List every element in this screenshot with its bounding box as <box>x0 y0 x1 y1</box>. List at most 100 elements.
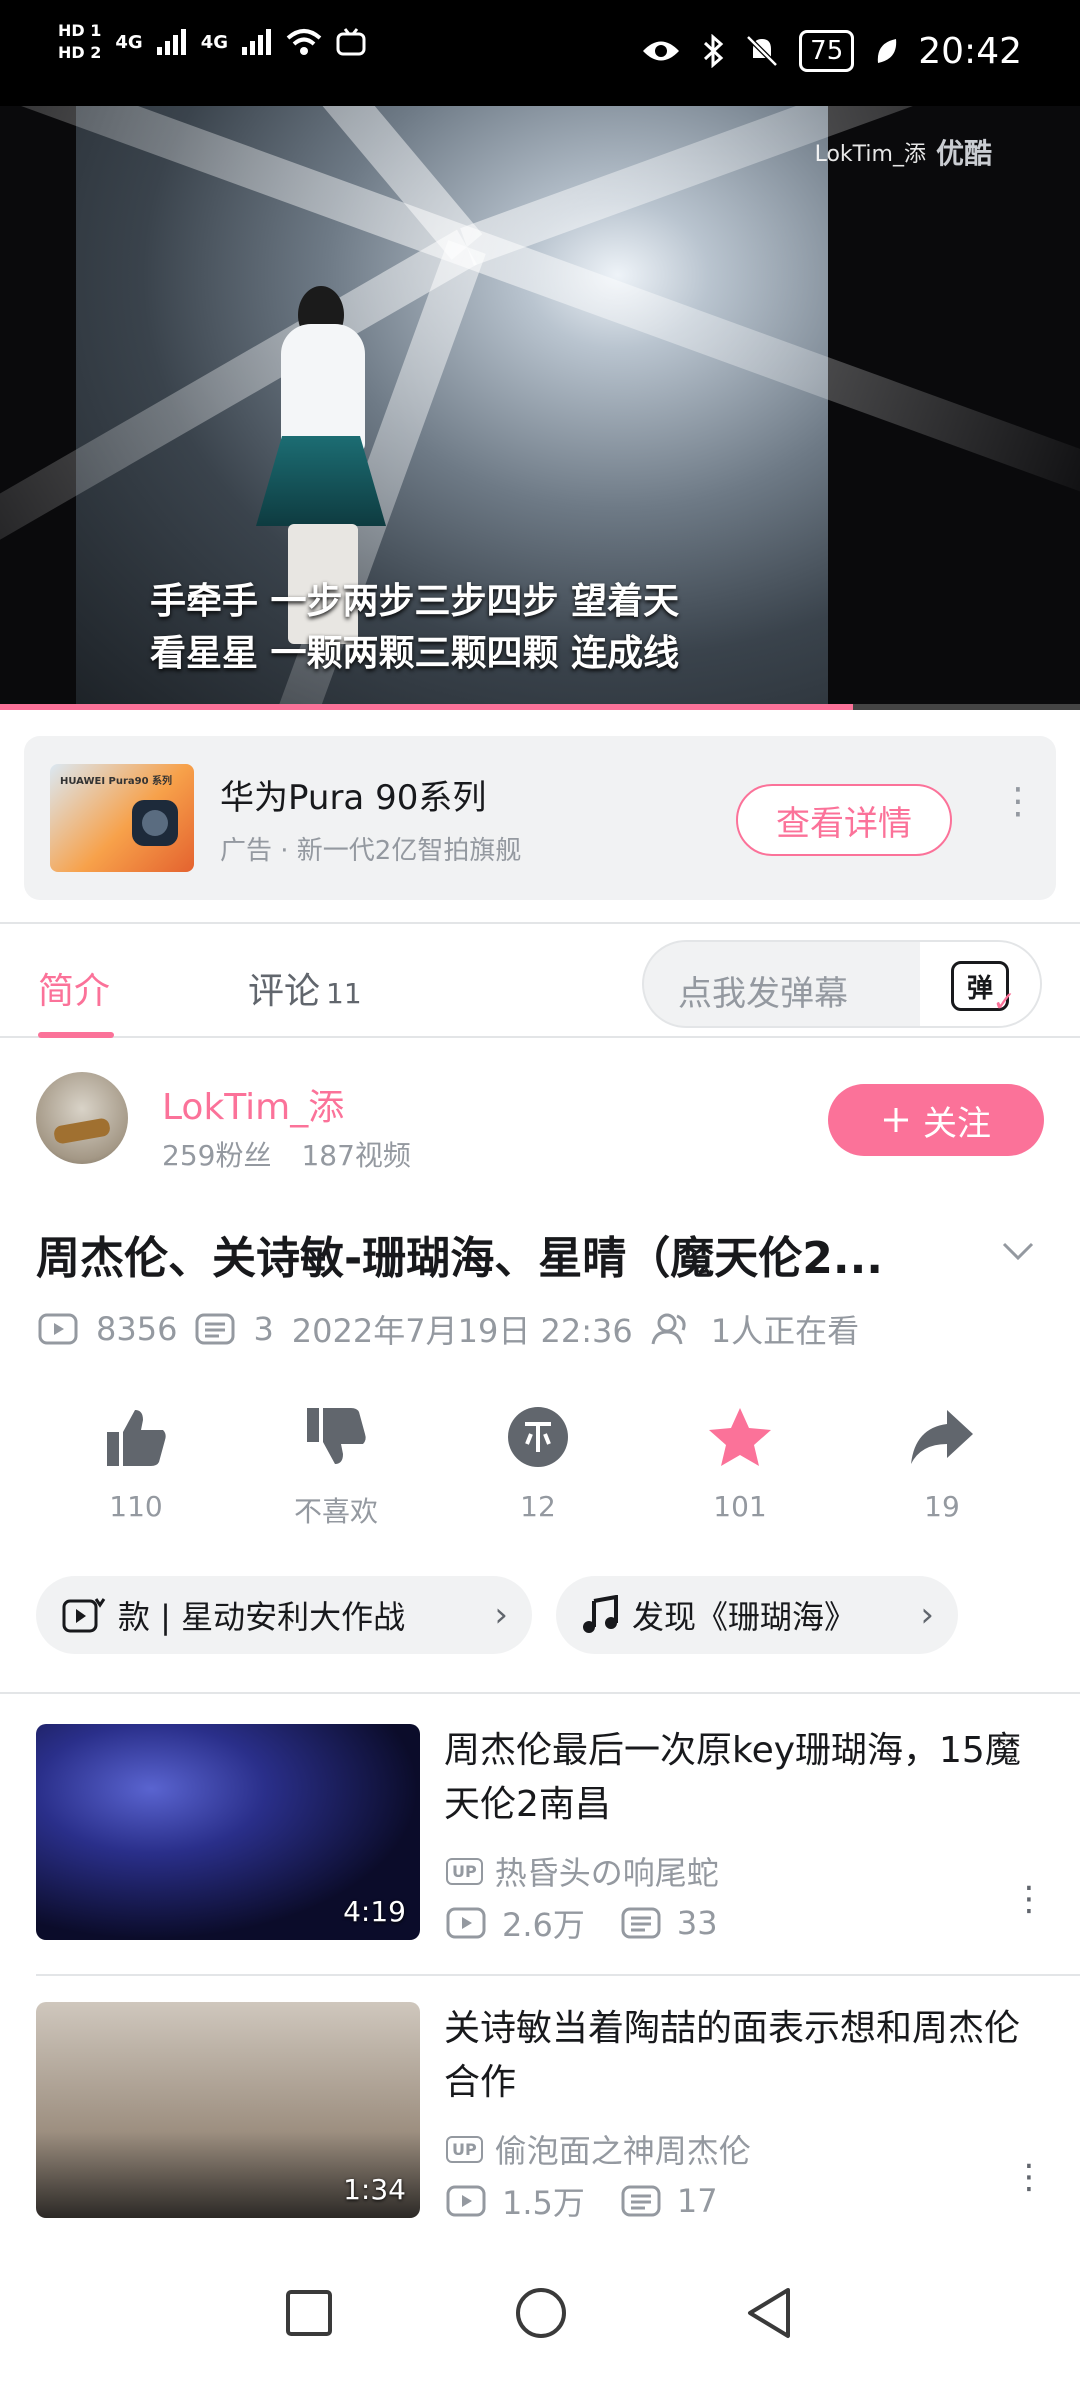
like-count: 110 <box>109 1490 163 1523</box>
eye-icon <box>643 41 680 61</box>
video-player[interactable]: 手牵手 一步两步三步四步 望着天 看星星 一颗两颗三颗四颗 连成线 LokTim… <box>0 106 1080 710</box>
up-icon: UP <box>446 1857 483 1885</box>
ad-card[interactable]: HUAWEI Pura90 系列 华为Pura 90系列 广告 · 新一代2亿智… <box>24 736 1056 900</box>
section-divider <box>0 1692 1080 1694</box>
network-1-label: 4G <box>115 31 143 53</box>
video-progress-fill <box>0 704 854 710</box>
activity-chip-label: 款 | 星动安利大作战 <box>118 1598 406 1636</box>
coin-icon <box>503 1402 573 1472</box>
play-count-icon <box>446 1907 486 1939</box>
watermark-logo: 优酷 <box>935 137 992 170</box>
uploader-name: 热昏头の响尾蛇 <box>494 1854 719 1892</box>
play-count-icon <box>38 1313 78 1345</box>
activity-icon <box>62 1598 106 1633</box>
danmaku-toggle-button[interactable]: 弹 ✓ <box>920 942 1040 1026</box>
chevron-right-icon: › <box>494 1595 508 1635</box>
up-icon: UP <box>446 2135 483 2163</box>
view-count: 8356 <box>96 1310 178 1348</box>
view-details-button[interactable]: 查看详情 <box>736 784 952 856</box>
like-button[interactable]: 110 <box>66 1402 206 1523</box>
recommended-video[interactable]: 1:34 关诗敏当着陶喆的面表示想和周杰伦合作 UP 偷泡面之神周杰伦 1.5万… <box>0 2002 1080 2222</box>
share-icon <box>907 1402 977 1472</box>
ad-title[interactable]: 华为Pura 90系列 <box>220 770 486 819</box>
music-chip[interactable]: 发现《珊瑚海》 › <box>556 1576 958 1654</box>
recommended-video-title[interactable]: 关诗敏当着陶喆的面表示想和周杰伦合作 <box>444 2002 1044 2110</box>
video-progress-bar[interactable] <box>0 704 1080 710</box>
list-divider <box>36 1974 1080 1976</box>
battery-indicator: 75 <box>799 30 855 72</box>
more-options-icon[interactable]: ⋮ <box>1012 2160 1046 2194</box>
tab-comments[interactable]: 评论 11 <box>248 962 362 1014</box>
plus-icon <box>884 1108 908 1132</box>
danmaku-input[interactable]: 点我发弹幕 弹 ✓ <box>642 940 1042 1028</box>
home-button-icon[interactable] <box>514 2286 568 2340</box>
leaf-icon <box>878 39 897 63</box>
danmaku-count-icon <box>621 1907 661 1939</box>
follow-button-label: 关注 <box>923 1103 991 1144</box>
danmaku-placeholder: 点我发弹幕 <box>678 974 848 1014</box>
music-note-icon <box>583 1595 618 1633</box>
mute-bell-icon <box>746 35 778 67</box>
uploader-stats: 259粉丝 187视频 <box>162 1134 411 1174</box>
danmaku-count: 33 <box>676 1904 718 1942</box>
uploader-name[interactable]: LokTim_添 <box>162 1078 344 1130</box>
more-options-icon[interactable]: ⋮ <box>1012 1882 1046 1916</box>
recommended-video-uploader: UP 偷泡面之神周杰伦 <box>446 2126 751 2172</box>
recommended-video-title[interactable]: 周杰伦最后一次原key珊瑚海，15魔天伦2南昌 <box>444 1724 1044 1832</box>
clock: 20:42 <box>918 30 1022 72</box>
dislike-icon <box>301 1402 371 1472</box>
coin-button[interactable]: 12 <box>468 1402 608 1523</box>
share-count: 19 <box>924 1490 960 1523</box>
recommended-video[interactable]: 4:19 周杰伦最后一次原key珊瑚海，15魔天伦2南昌 UP 热昏头の响尾蛇 … <box>0 1724 1080 1944</box>
ad-thumbnail-text: HUAWEI Pura90 系列 <box>60 776 173 787</box>
view-count: 1.5万 <box>502 2184 585 2222</box>
recommended-video-stats: 2.6万 33 <box>446 1900 718 1946</box>
like-icon <box>101 1402 171 1472</box>
activity-chip[interactable]: 款 | 星动安利大作战 › <box>36 1576 532 1654</box>
chevron-right-icon: › <box>920 1595 934 1635</box>
check-icon: ✓ <box>992 985 1016 1018</box>
hd-indicators: HD 1 HD 2 <box>58 22 101 62</box>
danmaku-count: 3 <box>253 1310 274 1348</box>
dislike-button[interactable]: 不喜欢 <box>266 1402 406 1530</box>
ad-more-icon[interactable]: ⋮ <box>1000 784 1036 820</box>
network-2-label: 4G <box>200 31 228 53</box>
signal-icon <box>156 29 186 55</box>
coin-count: 12 <box>520 1490 556 1523</box>
video-thumbnail[interactable]: 4:19 <box>36 1724 420 1940</box>
share-button[interactable]: 19 <box>872 1402 1012 1523</box>
singer-figure <box>256 436 386 526</box>
tab-intro[interactable]: 简介 <box>38 962 110 1014</box>
ad-subtitle: 广告 · 新一代2亿智拍旗舰 <box>220 836 522 866</box>
signal-icon <box>242 29 271 55</box>
status-bar: HD 1 HD 2 4G 4G 75 20:42 <box>0 0 1080 106</box>
recommended-video-stats: 1.5万 17 <box>446 2178 718 2224</box>
status-right: 75 20:42 <box>641 30 1022 72</box>
danmaku-count-icon <box>195 1313 235 1345</box>
ad-thumbnail[interactable]: HUAWEI Pura90 系列 <box>50 764 194 872</box>
chevron-down-icon[interactable] <box>1000 1232 1036 1268</box>
phone-camera-graphic <box>132 800 178 846</box>
uploader-avatar[interactable] <box>36 1072 128 1164</box>
video-thumbnail[interactable]: 1:34 <box>36 2002 420 2218</box>
light-beam <box>460 106 1080 266</box>
play-count-icon <box>446 2185 486 2217</box>
video-meta: 8356 3 2022年7月19日 22:36 1人正在看 <box>38 1306 859 1352</box>
favorite-count: 101 <box>713 1490 767 1523</box>
recents-button-icon[interactable] <box>284 2288 334 2338</box>
tab-bar: 简介 评论 11 点我发弹幕 弹 ✓ <box>0 922 1080 1038</box>
favorite-button[interactable]: 101 <box>670 1402 810 1523</box>
lyrics-line: 手牵手 一步两步三步四步 望着天 <box>150 581 680 622</box>
back-button-icon[interactable] <box>744 2286 794 2340</box>
tv-icon <box>336 28 366 56</box>
system-navigation-bar <box>0 2244 1080 2388</box>
wifi-icon <box>286 29 322 55</box>
watching-count: 1人正在看 <box>710 1312 860 1350</box>
hd2-label: HD 2 <box>58 43 102 62</box>
follow-button[interactable]: 关注 <box>828 1084 1044 1156</box>
danmaku-icon: 弹 ✓ <box>951 961 1016 1018</box>
uploader-videos: 187视频 <box>301 1139 411 1172</box>
video-title[interactable]: 周杰伦、关诗敏-珊瑚海、星晴（魔天伦2... <box>36 1222 956 1286</box>
danmaku-icon-text: 弹 <box>966 973 993 1004</box>
tab-active-indicator <box>38 1032 114 1038</box>
